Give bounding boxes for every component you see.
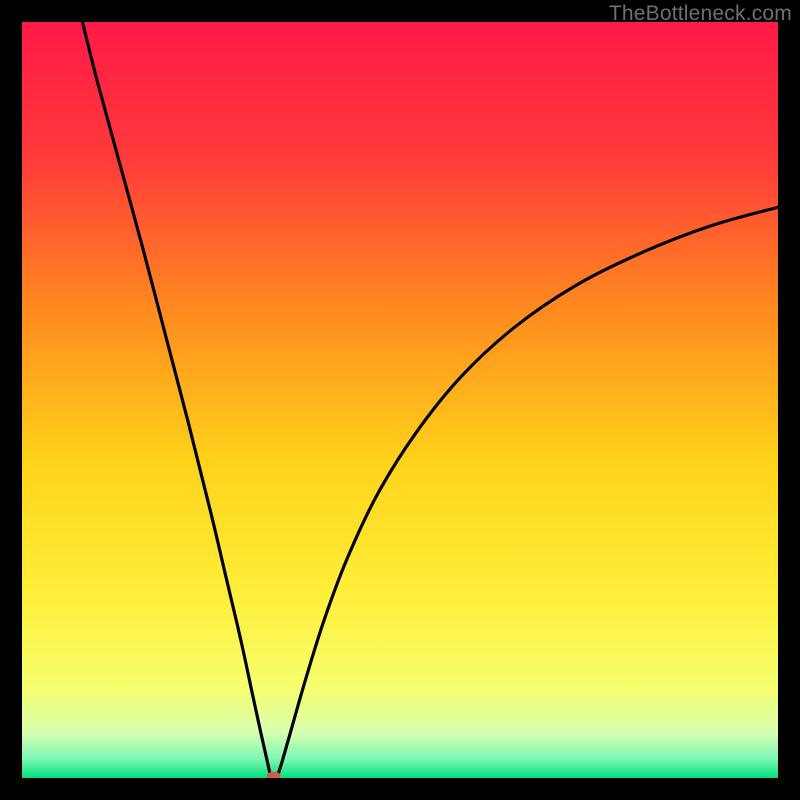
chart-frame: TheBottleneck.com — [0, 0, 800, 800]
bottleneck-chart — [22, 22, 778, 778]
watermark-text: TheBottleneck.com — [609, 2, 792, 26]
gradient-background — [22, 22, 778, 778]
plot-area — [22, 22, 778, 778]
